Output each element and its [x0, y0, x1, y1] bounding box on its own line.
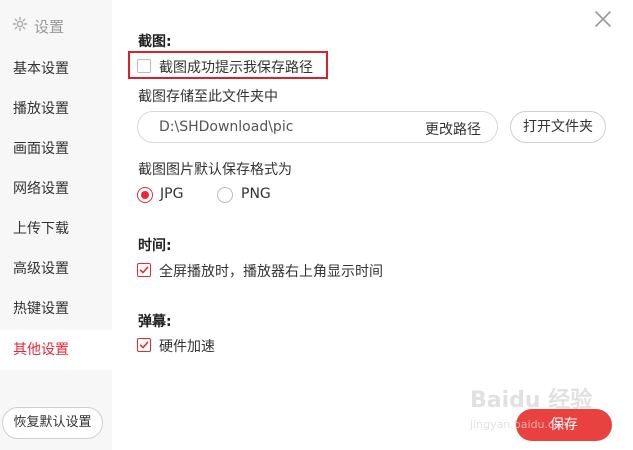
sidebar-item-network[interactable]: 网络设置	[0, 169, 112, 209]
sidebar-item-other[interactable]: 其他设置	[0, 330, 112, 370]
check-icon	[139, 266, 149, 274]
success-prompt-checkbox[interactable]	[137, 59, 151, 73]
danmaku-section-title: 弹幕:	[138, 314, 172, 330]
screenshot-section-title: 截图:	[138, 34, 172, 50]
save-path-field[interactable]: D:\SHDownload\pic 更改路径	[137, 111, 498, 143]
format-label: 截图图片默认保存格式为	[138, 162, 292, 178]
sidebar-item-advanced[interactable]: 高级设置	[0, 249, 112, 289]
change-path-button[interactable]: 更改路径	[425, 119, 481, 139]
settings-header-label: 设置	[34, 17, 65, 36]
settings-header: 设置	[12, 14, 64, 38]
close-icon[interactable]	[593, 9, 613, 29]
folder-label: 截图存储至此文件夹中	[138, 89, 278, 105]
sidebar-item-upload-download[interactable]: 上传下载	[0, 209, 112, 249]
format-png-radio[interactable]	[217, 187, 233, 203]
gear-icon	[12, 16, 28, 36]
format-jpg-radio[interactable]	[137, 187, 153, 203]
open-folder-button[interactable]: 打开文件夹	[510, 111, 606, 143]
format-png-label[interactable]: PNG	[241, 186, 271, 202]
success-prompt-label[interactable]: 截图成功提示我保存路径	[159, 57, 313, 77]
format-jpg-label[interactable]: JPG	[160, 186, 183, 202]
restore-defaults-button[interactable]: 恢复默认设置	[2, 407, 103, 439]
save-path-value: D:\SHDownload\pic	[159, 119, 294, 135]
sidebar-item-playback[interactable]: 播放设置	[0, 89, 112, 129]
watermark-main: Baidu 经验	[470, 388, 593, 413]
show-time-label[interactable]: 全屏播放时，播放器右上角显示时间	[159, 261, 383, 281]
sidebar-item-basic[interactable]: 基本设置	[0, 49, 112, 89]
hw-accel-checkbox[interactable]	[137, 338, 151, 352]
sidebar-item-picture[interactable]: 画面设置	[0, 129, 112, 169]
check-icon	[139, 341, 149, 349]
show-time-checkbox[interactable]	[137, 263, 151, 277]
watermark-sub: jingyan.baidu.com	[470, 418, 572, 431]
hw-accel-label[interactable]: 硬件加速	[159, 336, 215, 356]
sidebar-item-hotkeys[interactable]: 热键设置	[0, 289, 112, 329]
watermark: Baidu 经验 jingyan.baidu.com	[470, 382, 600, 442]
time-section-title: 时间:	[138, 238, 172, 254]
sidebar: 设置 基本设置 播放设置 画面设置 网络设置 上传下载 高级设置 热键设置 其他…	[0, 0, 112, 450]
